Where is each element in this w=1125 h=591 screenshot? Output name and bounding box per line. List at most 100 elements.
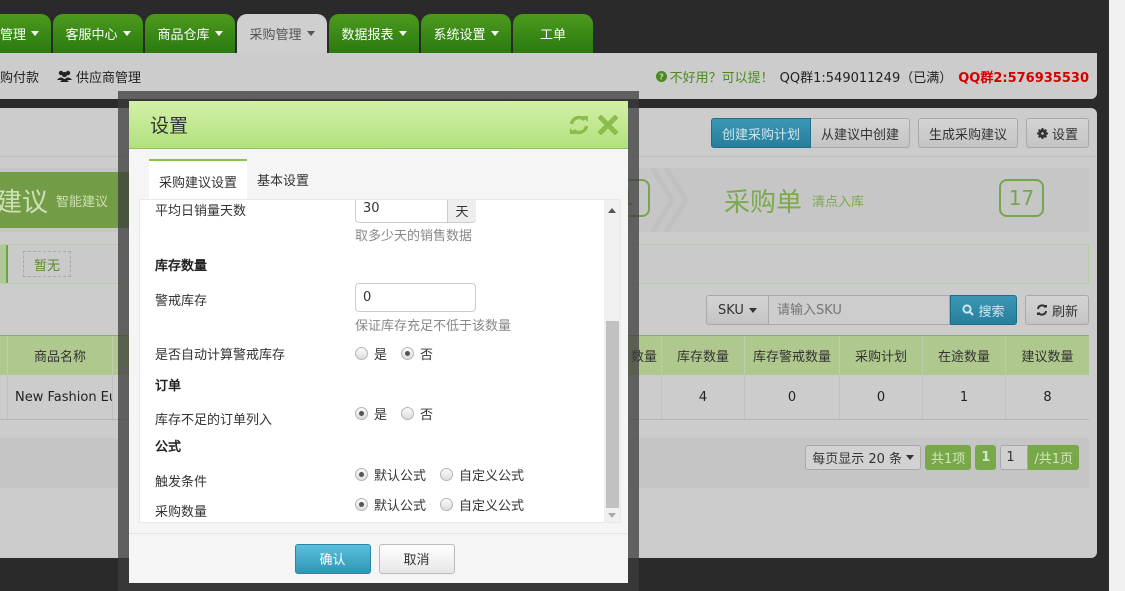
scroll-thumb[interactable]: [606, 321, 619, 508]
nav-tab-label: 管理: [0, 28, 27, 43]
nav-tab-reports[interactable]: 数据报表: [329, 14, 419, 53]
nav-tab-label: 采购管理: [249, 28, 302, 43]
table-cell: [0, 375, 8, 419]
order-section-title: 订单: [155, 379, 182, 394]
step-suggest-title: 建议: [0, 187, 49, 218]
radio-label: 否: [420, 408, 434, 423]
toolbar: 创建采购计划 从建议中创建 生成采购建议 设置: [710, 118, 1089, 148]
avg-days-help: 取多少天的销售数据: [355, 229, 473, 244]
generate-suggest-button[interactable]: 生成采购建议: [917, 118, 1018, 148]
table-cell-product-name: New Fashion Eu: [8, 375, 113, 419]
formula-section-title: 公式: [155, 440, 182, 455]
qty-radio-custom[interactable]: [440, 498, 454, 511]
radio-label: 自定义公式: [459, 469, 525, 484]
auto-calc-radio-no[interactable]: [401, 347, 415, 360]
include-orders-radio-yes[interactable]: [355, 407, 368, 420]
nav-tab-warehouse[interactable]: 商品仓库: [145, 14, 235, 53]
col-header: [0, 336, 8, 375]
nav-tab-tickets[interactable]: 工单: [513, 14, 593, 53]
nav-tab-management[interactable]: 管理: [0, 14, 51, 53]
search-field-select[interactable]: SKU: [705, 295, 769, 325]
scroll-down-arrow-icon[interactable]: [608, 513, 616, 518]
radio-label: 是: [374, 408, 388, 423]
auto-calc-radio-group: 是 否: [355, 344, 441, 363]
radio-label: 否: [420, 348, 434, 363]
nav-tab-system-settings[interactable]: 系统设置: [421, 14, 511, 53]
trigger-radio-default[interactable]: [355, 468, 368, 481]
modal-scrollbar[interactable]: [604, 200, 620, 522]
page-button-current[interactable]: 1: [975, 445, 997, 470]
tab-purchase-suggest-settings[interactable]: 采购建议设置: [149, 159, 248, 199]
step-order[interactable]: 采购单 清点入库: [724, 182, 864, 219]
avg-days-value: 30: [363, 201, 380, 216]
settings-button[interactable]: 设置: [1025, 118, 1089, 148]
col-header: 商品名称: [8, 336, 113, 375]
radio-label: 默认公式: [374, 469, 427, 484]
subnav-link-label: 购付款: [0, 70, 40, 86]
close-icon[interactable]: [598, 115, 618, 135]
alert-stock-input[interactable]: 0: [355, 283, 476, 312]
col-header: 建议数量: [1021, 350, 1074, 365]
create-from-suggest-button[interactable]: 从建议中创建: [810, 118, 910, 148]
alert-stock-value: 0: [363, 290, 372, 305]
empty-tag: 暂无: [23, 251, 71, 277]
nav-tab-purchase[interactable]: 采购管理: [237, 14, 327, 53]
trigger-radio-group: 默认公式 自定义公式: [355, 465, 532, 484]
qty-radio-default[interactable]: [355, 498, 368, 511]
confirm-button[interactable]: 确认: [294, 543, 371, 574]
trigger-radio-custom[interactable]: [440, 468, 454, 481]
cancel-button[interactable]: 取消: [378, 543, 455, 574]
trigger-label: 触发条件: [155, 475, 208, 490]
feedback-text: 不好用？可以提！: [669, 71, 774, 86]
settings-button-label: 设置: [1051, 127, 1078, 143]
count-value: 17: [1008, 186, 1035, 210]
step-order-count-badge: 17: [999, 179, 1044, 217]
nav-tab-customer-service[interactable]: 客服中心: [53, 14, 143, 53]
subnav-link-payment[interactable]: 购付款: [0, 67, 39, 86]
nav-tab-label: 工单: [539, 28, 566, 43]
page-size-select[interactable]: 每页显示 20 条: [805, 445, 922, 470]
tab-basic-settings[interactable]: 基本设置: [247, 159, 319, 199]
table-cell-plan: 0: [840, 375, 923, 419]
radio-label: 默认公式: [374, 499, 427, 514]
create-plan-button[interactable]: 创建采购计划: [710, 118, 811, 148]
include-orders-label: 库存不足的订单列入: [155, 413, 273, 428]
qty-radio-group: 默认公式 自定义公式: [355, 495, 532, 514]
auto-calc-radio-yes[interactable]: [355, 347, 368, 360]
step-order-sub: 清点入库: [812, 195, 865, 210]
search-button[interactable]: 搜索: [949, 295, 1017, 325]
chevron-down-icon: [906, 455, 915, 460]
avg-days-unit: 天: [447, 200, 476, 223]
users-icon: [57, 70, 73, 82]
modal-tabs: 采购建议设置 基本设置: [149, 159, 319, 199]
stock-section-title: 库存数量: [155, 259, 208, 274]
sku-search-input[interactable]: [768, 295, 950, 325]
page-jump-input[interactable]: 1: [1000, 445, 1029, 470]
search-button-label: 搜索: [978, 304, 1005, 320]
nav-tab-label: 系统设置: [433, 28, 486, 43]
settings-modal: 设置 采购建议设置 基本设置 平均日销量天数 30 天 取多少天的销售数据 库存…: [129, 101, 628, 583]
table-cell-in-transit: 1: [923, 375, 1006, 419]
scroll-up-arrow-icon[interactable]: [608, 208, 616, 213]
refresh-button[interactable]: 刷新: [1024, 295, 1089, 325]
step-suggest[interactable]: 建议 智能建议: [0, 172, 130, 228]
page-size-value: 每页显示 20 条: [812, 452, 903, 467]
chevron-down-icon: [398, 31, 407, 36]
table-cell-alert-stock: 0: [745, 375, 840, 419]
qq-group-1: QQ群1:549011249（已满）: [779, 71, 953, 86]
chevron-down-icon: [748, 307, 757, 313]
search-row: SKU 搜索 刷新: [705, 295, 1089, 325]
col-header: 在途数量: [923, 336, 1006, 375]
col-header: 库存数量: [662, 336, 745, 375]
chevron-down-icon: [490, 31, 499, 36]
feedback-link[interactable]: ? 不好用？可以提！: [655, 67, 774, 86]
subnav-link-suppliers[interactable]: 供应商管理: [57, 67, 141, 86]
modal-actions: [568, 115, 618, 135]
filter-indicator: [0, 245, 8, 283]
chevron-down-icon: [31, 31, 40, 36]
nav-tab-label: 客服中心: [65, 28, 118, 43]
total-pages: /共1页: [1028, 445, 1079, 470]
refresh-icon[interactable]: [568, 115, 590, 135]
include-orders-radio-no[interactable]: [401, 407, 415, 420]
auto-calc-label: 是否自动计算警戒库存: [155, 348, 286, 363]
